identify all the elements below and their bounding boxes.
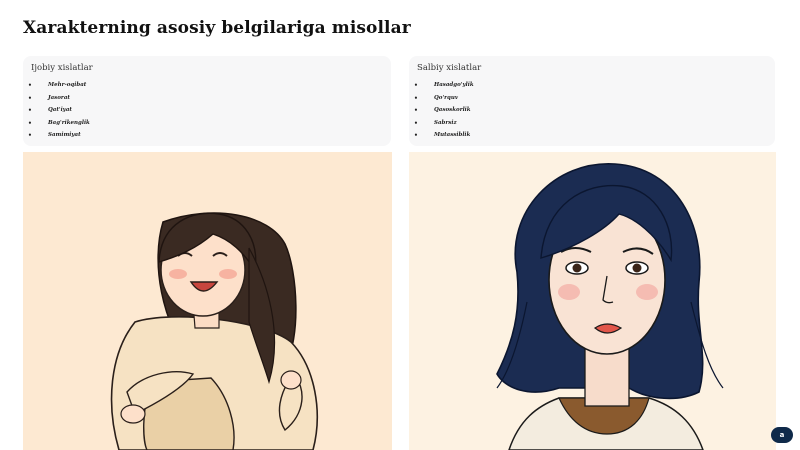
brand-logo-badge: a [771, 427, 793, 443]
list-item: • Mehr-oqibat [28, 82, 87, 89]
list-item: • Qat'iyat [28, 107, 72, 115]
hugging-girl-illustration [23, 152, 392, 450]
list-item: • Qo'rquv [414, 94, 459, 102]
list-item: • Mutassiblik [414, 132, 471, 140]
sad-woman-illustration [409, 152, 776, 450]
negative-traits-heading: Salbiy xislatlar [417, 63, 482, 73]
list-item: • Jasorat [28, 94, 70, 102]
positive-traits-heading: Ijobiy xislatlar [31, 63, 93, 73]
negative-traits-list: • Hasadgo'ylik • Qo'rquv • Qasoskorlik • Sab… [414, 81, 474, 144]
slide-title: Xarakterning asosiy belgilariga misollar [23, 18, 411, 38]
positive-traits-card: Ijobiy xislatlar • Mehr-oqibat • Jasorat •… [23, 56, 391, 146]
negative-traits-card: Salbiy xislatlar • Hasadgo'ylik • Qo'rquv … [409, 56, 775, 146]
list-item: • Qasoskorlik [414, 107, 471, 115]
list-item: • Bag'rikenglik [28, 119, 90, 127]
positive-traits-list: • Mehr-oqibat • Jasorat • Qat'iyat • Bag'rik… [28, 81, 90, 144]
list-item: • Sabrsiz [414, 119, 457, 127]
list-item: • Samimiyat [28, 132, 81, 140]
list-item: • Hasadgo'ylik [414, 82, 474, 89]
